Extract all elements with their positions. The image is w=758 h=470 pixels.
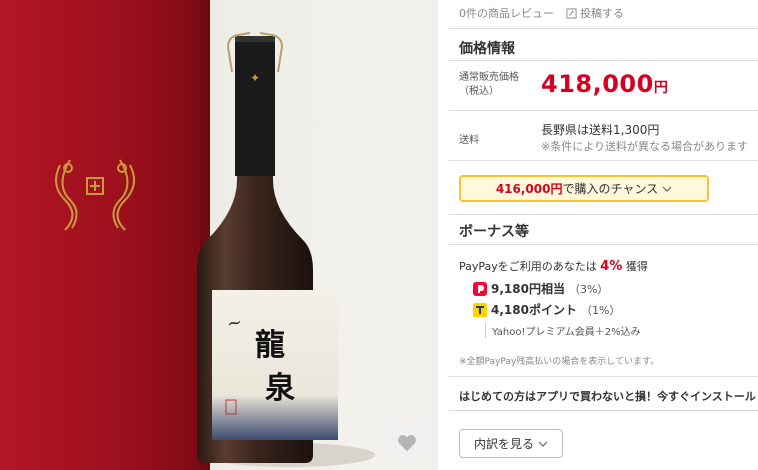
product-image: ✦ ~ 龍 泉 (0, 0, 438, 470)
svg-text:✦: ✦ (250, 71, 260, 85)
post-review-link[interactable]: 投稿する (566, 5, 624, 21)
chance-label: で購入のチャンス (562, 182, 659, 196)
divider (449, 410, 758, 411)
review-count-link[interactable]: 0件の商品レビュー (459, 5, 554, 21)
chance-amount: 416,000円 (495, 182, 563, 196)
paypay-summary: PayPayをご利用のあなたは 4% 獲得 (459, 259, 648, 274)
product-info-panel: 0件の商品レビュー 投稿する 価格情報 通常販売価格（税込） 418,000円 … (449, 0, 758, 470)
divider (449, 214, 758, 215)
regular-price-label: 通常販売価格（税込） (459, 72, 519, 97)
wishlist-button[interactable] (388, 424, 426, 462)
review-row: 0件の商品レビュー 投稿する (459, 5, 624, 21)
chevron-down-icon (662, 186, 672, 192)
bonus-percent: 4% (600, 259, 623, 274)
price-info-title: 価格情報 (459, 41, 515, 57)
tpoint-icon (473, 302, 487, 317)
premium-note: Yahoo!プレミアム会員＋2%込み (485, 323, 641, 338)
paypay-icon (473, 281, 487, 296)
purchase-chance-button[interactable]: 416,000円 で購入のチャンス (459, 175, 709, 202)
breakdown-button[interactable]: 内訳を見る (459, 429, 563, 458)
chevron-down-icon (538, 441, 548, 447)
paypay-bonus-row: 9,180円相当 （3%） (473, 280, 608, 297)
paypay-note: ※全額PayPay残高払いの場合を表示しています。 (459, 357, 660, 367)
shipping-main: 長野県は送料1,300円 (541, 123, 660, 137)
divider (449, 28, 758, 29)
product-photo: ✦ ~ 龍 泉 (0, 0, 438, 470)
tpoint-bonus-row: 4,180ポイント （1%） (473, 301, 620, 318)
svg-text:泉: 泉 (265, 371, 295, 406)
edit-icon (566, 7, 577, 19)
divider (449, 160, 758, 161)
price-value: 418,000円 (541, 70, 669, 98)
bottle-label-text: 龍 (255, 328, 285, 363)
divider (449, 60, 758, 61)
shipping-label: 送料 (459, 135, 479, 146)
bonus-title: ボーナス等 (459, 224, 529, 240)
divider (449, 376, 758, 377)
shipping-note: ※条件により送料が異なる場合があります (541, 140, 748, 153)
divider (449, 110, 758, 111)
app-install-banner[interactable]: はじめての方はアプリで買わないと損！今すぐインストール (459, 388, 756, 404)
divider (449, 244, 758, 245)
heart-icon (398, 435, 416, 452)
